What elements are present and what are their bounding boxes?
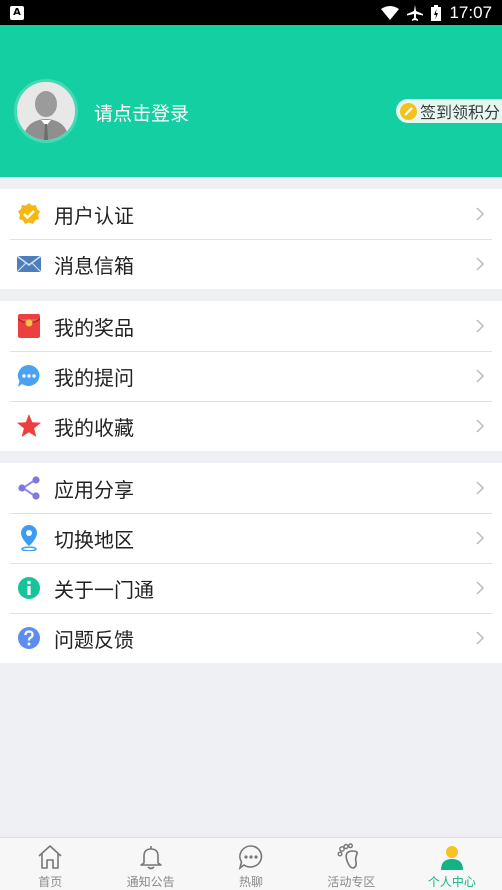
chevron-right-icon xyxy=(468,369,492,383)
tab-label: 通知公告 xyxy=(126,875,175,889)
menu-item-label: 问题反馈 xyxy=(54,627,134,652)
chevron-right-icon xyxy=(468,319,492,333)
menu-item-label: 切换地区 xyxy=(54,527,134,552)
footprint-icon xyxy=(337,842,365,872)
chevron-right-icon xyxy=(468,257,492,271)
menu-item-inbox[interactable]: 消息信箱 xyxy=(0,239,502,289)
login-prompt[interactable]: 请点击登录 xyxy=(94,99,189,126)
menu-item-label: 我的奖品 xyxy=(54,315,134,340)
tab-events[interactable]: 活动专区 xyxy=(301,838,401,890)
home-icon xyxy=(36,842,64,872)
bell-icon xyxy=(137,842,165,872)
chevron-right-icon xyxy=(468,207,492,221)
default-avatar-icon xyxy=(17,82,75,140)
tab-hot-chat[interactable]: 热聊 xyxy=(201,838,301,890)
bottom-tab-bar: 首页 通知公告 热聊 活动专区 个人中心 xyxy=(0,837,502,890)
red-packet-icon xyxy=(16,313,42,339)
menu-item-label: 关于一门通 xyxy=(54,577,154,602)
location-pin-icon xyxy=(16,525,42,551)
chevron-right-icon xyxy=(468,481,492,495)
clock: 17:07 xyxy=(449,2,492,22)
menu-group-app: 应用分享 切换地区 关于一门通 问题反馈 xyxy=(0,463,502,663)
tab-profile[interactable]: 个人中心 xyxy=(402,838,502,890)
menu-item-user-verification[interactable]: 用户认证 xyxy=(0,189,502,239)
verified-badge-icon xyxy=(16,201,42,227)
tab-label: 个人中心 xyxy=(427,875,476,889)
menu-item-my-questions[interactable]: 我的提问 xyxy=(0,351,502,401)
chevron-right-icon xyxy=(468,531,492,545)
tab-home[interactable]: 首页 xyxy=(0,838,100,890)
menu-item-label: 消息信箱 xyxy=(54,253,134,278)
menu-item-share-app[interactable]: 应用分享 xyxy=(0,463,502,513)
chat-icon xyxy=(237,842,265,872)
envelope-icon xyxy=(16,251,42,277)
tab-label: 热聊 xyxy=(239,875,264,889)
menu-item-label: 我的提问 xyxy=(54,365,134,390)
tab-notices[interactable]: 通知公告 xyxy=(100,838,200,890)
menu-item-label: 应用分享 xyxy=(54,477,134,502)
menu-group-personal: 我的奖品 我的提问 我的收藏 xyxy=(0,301,502,451)
menu-item-label: 我的收藏 xyxy=(54,415,134,440)
question-icon xyxy=(16,625,42,651)
chevron-right-icon xyxy=(468,419,492,433)
wifi-icon xyxy=(381,5,400,20)
menu-group-account: 用户认证 消息信箱 xyxy=(0,189,502,289)
chat-bubble-icon xyxy=(16,363,42,389)
star-icon xyxy=(16,413,42,439)
signin-points-button[interactable]: 签到领积分 xyxy=(396,99,502,123)
avatar[interactable] xyxy=(14,79,78,143)
status-bar: A 17:07 xyxy=(0,0,502,25)
airplane-icon xyxy=(407,4,424,21)
menu-item-my-favorites[interactable]: 我的收藏 xyxy=(0,401,502,451)
menu-item-label: 用户认证 xyxy=(54,203,134,228)
battery-icon xyxy=(431,4,442,21)
profile-header: 请点击登录 签到领积分 xyxy=(0,25,502,177)
person-icon xyxy=(438,842,466,872)
tab-label: 首页 xyxy=(38,875,63,889)
notification-icon: A xyxy=(10,5,24,20)
tab-label: 活动专区 xyxy=(327,875,376,889)
menu-item-about[interactable]: 关于一门通 xyxy=(0,563,502,613)
menu-item-feedback[interactable]: 问题反馈 xyxy=(0,613,502,663)
signin-points-label: 签到领积分 xyxy=(420,103,501,122)
menu-item-switch-region[interactable]: 切换地区 xyxy=(0,513,502,563)
chevron-right-icon xyxy=(468,581,492,595)
coin-icon xyxy=(400,102,417,120)
menu-item-my-prizes[interactable]: 我的奖品 xyxy=(0,301,502,351)
info-icon xyxy=(16,575,42,601)
chevron-right-icon xyxy=(468,631,492,645)
share-icon xyxy=(16,475,42,501)
